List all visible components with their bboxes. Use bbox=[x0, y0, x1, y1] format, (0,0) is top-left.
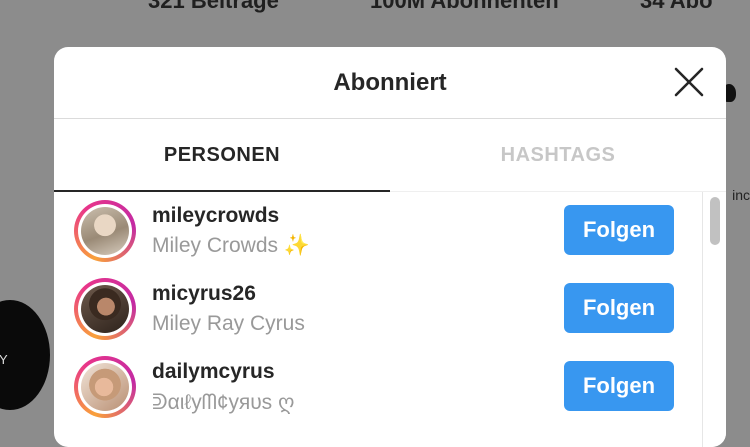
followers-count: 100M Abonnenten bbox=[370, 0, 559, 13]
avatar bbox=[81, 363, 129, 411]
close-button[interactable] bbox=[672, 65, 706, 99]
follow-button[interactable]: Folgen bbox=[564, 283, 674, 333]
scrollbar-thumb[interactable] bbox=[710, 197, 720, 245]
following-count: 34 Abo bbox=[640, 0, 713, 13]
username[interactable]: micyrus26 bbox=[152, 282, 256, 306]
modal-title: Abonniert bbox=[333, 69, 447, 96]
modal-header: Abonniert bbox=[54, 47, 726, 119]
modal-tabs: PERSONEN HASHTAGS bbox=[54, 119, 726, 191]
full-name: Miley Crowds ✨ bbox=[152, 234, 311, 257]
tab-persons[interactable]: PERSONEN bbox=[54, 119, 390, 191]
follow-button[interactable]: Folgen bbox=[564, 205, 674, 255]
list-item[interactable]: mileycrowds Miley Crowds ✨ Folgen bbox=[54, 192, 702, 270]
posts-count: 321 Beiträge bbox=[148, 0, 279, 13]
username[interactable]: mileycrowds bbox=[152, 204, 279, 228]
background-profile-stats: 321 Beiträge 100M Abonnenten 34 Abo bbox=[0, 0, 750, 13]
username[interactable]: dailymcyrus bbox=[152, 360, 275, 384]
close-icon bbox=[674, 67, 704, 97]
avatar bbox=[81, 285, 129, 333]
following-list: mileycrowds Miley Crowds ✨ Folgen micyru… bbox=[54, 192, 702, 447]
follow-button[interactable]: Folgen bbox=[564, 361, 674, 411]
avatar-story-ring[interactable] bbox=[74, 356, 136, 418]
list-item[interactable]: micyrus26 Miley Ray Cyrus Folgen bbox=[54, 270, 702, 348]
full-name: ᕲαιℓуᗰ¢уяυѕ ღ bbox=[152, 391, 295, 414]
background-side-text: inc bbox=[732, 187, 750, 203]
avatar bbox=[81, 207, 129, 255]
avatar-story-ring[interactable] bbox=[74, 278, 136, 340]
list-scrollbar[interactable] bbox=[702, 192, 726, 447]
tab-hashtags[interactable]: HASHTAGS bbox=[390, 119, 726, 191]
full-name: Miley Ray Cyrus bbox=[152, 312, 305, 335]
following-modal: Abonniert PERSONEN HASHTAGS mileycrowds … bbox=[54, 47, 726, 447]
avatar-story-ring[interactable] bbox=[74, 200, 136, 262]
list-item[interactable]: dailymcyrus ᕲαιℓуᗰ¢уяυѕ ღ Folgen bbox=[54, 348, 702, 426]
background-story-label: Y bbox=[0, 352, 8, 367]
